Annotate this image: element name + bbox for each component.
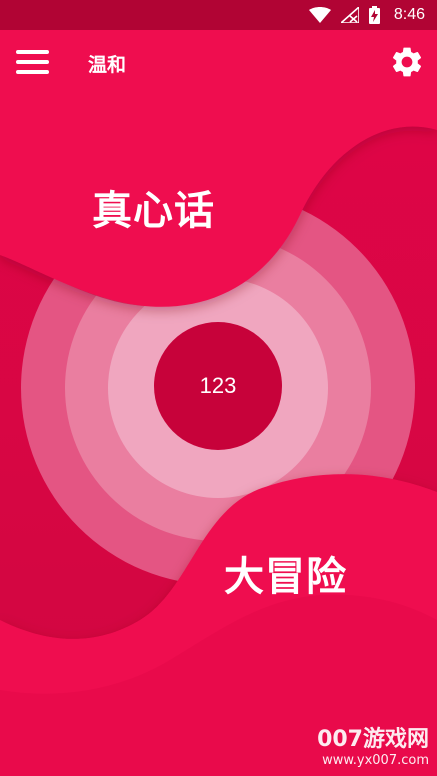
status-bar: 8:46 <box>0 0 437 30</box>
truth-label[interactable]: 真心话 <box>92 178 215 236</box>
gear-icon <box>392 47 422 77</box>
watermark-sub: www.yx007.com <box>322 753 429 768</box>
menu-button[interactable] <box>14 48 50 76</box>
status-time: 8:46 <box>393 6 425 23</box>
app-screen: 8:46 温和 真心话 123 大冒险 007游戏网 www.yx007.com <box>0 0 437 776</box>
app-title: 温和 <box>88 54 127 76</box>
dare-label[interactable]: 大冒险 <box>224 544 347 602</box>
wifi-icon <box>308 7 331 23</box>
settings-button[interactable] <box>389 44 425 80</box>
no-signal-icon <box>340 7 359 23</box>
status-icons: 8:46 <box>308 0 425 30</box>
watermark-main: 007游戏网 <box>317 727 429 752</box>
watermark: 007游戏网 www.yx007.com <box>317 727 429 768</box>
battery-charging-icon <box>368 6 380 24</box>
app-bar: 温和 <box>0 30 437 94</box>
center-number[interactable]: 123 <box>154 322 282 450</box>
